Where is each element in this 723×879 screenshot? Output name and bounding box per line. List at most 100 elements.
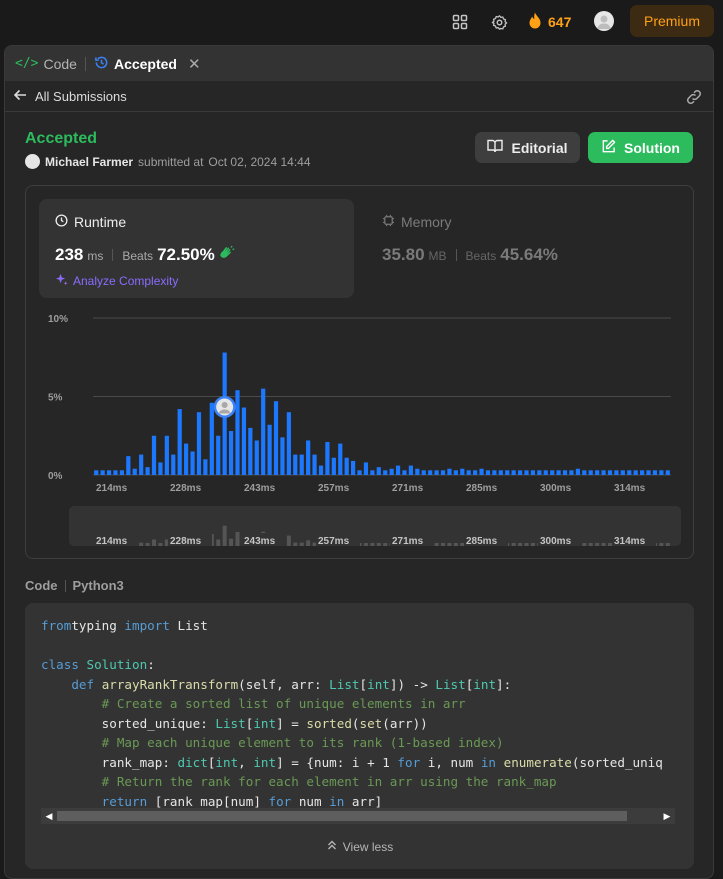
chart-bar[interactable] <box>248 427 253 475</box>
chart-bar[interactable] <box>479 468 484 475</box>
chart-bar[interactable] <box>196 412 202 475</box>
scroll-right-arrow-icon[interactable]: ▶ <box>659 808 675 824</box>
chart-bar[interactable] <box>203 459 208 475</box>
chart-bar[interactable] <box>273 401 279 475</box>
close-icon[interactable]: ✕ <box>188 55 201 73</box>
chart-bar[interactable] <box>434 470 439 475</box>
chart-bar[interactable] <box>498 470 503 475</box>
scroll-left-arrow-icon[interactable]: ◀ <box>41 808 57 824</box>
chart-bar[interactable] <box>100 470 105 475</box>
chart-bar[interactable] <box>293 454 298 475</box>
streak-counter[interactable]: 647 <box>528 11 571 33</box>
chart-bar[interactable] <box>106 470 112 475</box>
chart-bar[interactable] <box>492 470 497 475</box>
chart-bar[interactable] <box>190 451 195 475</box>
user-name[interactable]: Michael Farmer <box>45 155 133 169</box>
chart-bar[interactable] <box>325 442 330 475</box>
chart-bar[interactable] <box>306 440 311 475</box>
chart-bar[interactable] <box>338 443 343 475</box>
chart-bar[interactable] <box>280 437 285 475</box>
chart-bar[interactable] <box>351 460 356 475</box>
chart-bar[interactable] <box>569 470 574 475</box>
chart-bar[interactable] <box>440 470 446 475</box>
chart-bar[interactable] <box>575 468 580 475</box>
chart-bar[interactable] <box>113 470 118 475</box>
chart-bar[interactable] <box>408 465 413 475</box>
chart-bar[interactable] <box>261 388 266 475</box>
chart-bar[interactable] <box>543 470 548 475</box>
chart-bar[interactable] <box>344 457 349 475</box>
chart-bar[interactable] <box>447 468 452 475</box>
code-block[interactable]: fromtyping import List class Solution: de… <box>41 616 663 811</box>
chart-bar[interactable] <box>588 470 593 475</box>
chart-bar[interactable] <box>607 470 613 475</box>
view-less-button[interactable]: View less <box>25 839 694 854</box>
chart-bar[interactable] <box>376 467 381 475</box>
chart-bar[interactable] <box>517 470 523 475</box>
chart-bar[interactable] <box>254 440 259 475</box>
chart-bar[interactable] <box>550 470 555 475</box>
chart-bar[interactable] <box>209 402 214 475</box>
chart-bar[interactable] <box>286 412 291 475</box>
tab-code[interactable]: </> Code <box>15 46 77 81</box>
chart-bar[interactable] <box>94 470 99 475</box>
chart-bar[interactable] <box>267 424 272 475</box>
chart-bar[interactable] <box>511 470 516 475</box>
chart-bar[interactable] <box>357 470 362 475</box>
chart-bar[interactable] <box>119 470 124 475</box>
chart-bar[interactable] <box>171 454 176 475</box>
chart-bar[interactable] <box>331 457 336 475</box>
chart-bar[interactable] <box>473 470 478 475</box>
scroll-thumb[interactable] <box>57 811 627 821</box>
chart-bar[interactable] <box>139 454 144 475</box>
chart-bar[interactable] <box>415 468 420 475</box>
gear-icon[interactable] <box>489 12 509 32</box>
code-viewer[interactable]: fromtyping import List class Solution: de… <box>25 603 694 869</box>
chart-bar[interactable] <box>395 465 401 475</box>
layout-icon[interactable] <box>450 12 470 32</box>
chart-bar[interactable] <box>620 470 625 475</box>
chart-bar[interactable] <box>633 470 638 475</box>
chart-bar[interactable] <box>537 470 542 475</box>
chart-bar[interactable] <box>453 470 458 475</box>
chart-bar[interactable] <box>312 454 317 475</box>
solution-button[interactable]: Solution <box>588 132 693 163</box>
runtime-distribution-chart[interactable]: 10% 5% 0% 214ms 228ms 243ms 257ms 271ms 285ms 300… <box>26 186 695 560</box>
chart-bar[interactable] <box>595 470 600 475</box>
chart-bar[interactable] <box>216 435 221 475</box>
chart-bar[interactable] <box>556 470 561 475</box>
chart-bar[interactable] <box>383 470 388 475</box>
chart-bar[interactable] <box>665 470 670 475</box>
chart-bar[interactable] <box>145 467 150 475</box>
back-arrow-icon[interactable] <box>13 88 27 105</box>
chart-bar[interactable] <box>177 409 182 475</box>
chart-bar[interactable] <box>151 435 157 475</box>
tab-accepted[interactable]: Accepted ✕ <box>94 46 201 81</box>
horizontal-scrollbar[interactable]: ◀ ▶ <box>41 808 675 824</box>
chart-bar[interactable] <box>562 470 568 475</box>
chart-bar[interactable] <box>466 470 471 475</box>
chart-bar[interactable] <box>646 470 651 475</box>
chart-bar[interactable] <box>505 470 510 475</box>
link-icon[interactable] <box>685 88 703 111</box>
chart-bar[interactable] <box>402 470 407 475</box>
chart-bar[interactable] <box>126 456 131 475</box>
chart-bar[interactable] <box>299 454 304 475</box>
editorial-button[interactable]: Editorial <box>475 132 580 163</box>
premium-button[interactable]: Premium <box>630 5 714 37</box>
chart-bar[interactable] <box>659 470 664 475</box>
chart-bar[interactable] <box>627 470 632 475</box>
chart-bar[interactable] <box>530 470 536 475</box>
chart-bar[interactable] <box>164 435 169 475</box>
chart-bar[interactable] <box>614 470 619 475</box>
chart-bar[interactable] <box>601 470 606 475</box>
chart-bar[interactable] <box>158 462 163 475</box>
chart-bar[interactable] <box>421 470 426 475</box>
chart-bar[interactable] <box>652 470 658 475</box>
chart-bar[interactable] <box>363 462 369 475</box>
chart-bar[interactable] <box>228 431 234 475</box>
all-submissions-link[interactable]: All Submissions <box>35 89 127 104</box>
chart-bar[interactable] <box>485 470 491 475</box>
chart-bar[interactable] <box>370 470 375 475</box>
chart-bar[interactable] <box>241 407 247 475</box>
